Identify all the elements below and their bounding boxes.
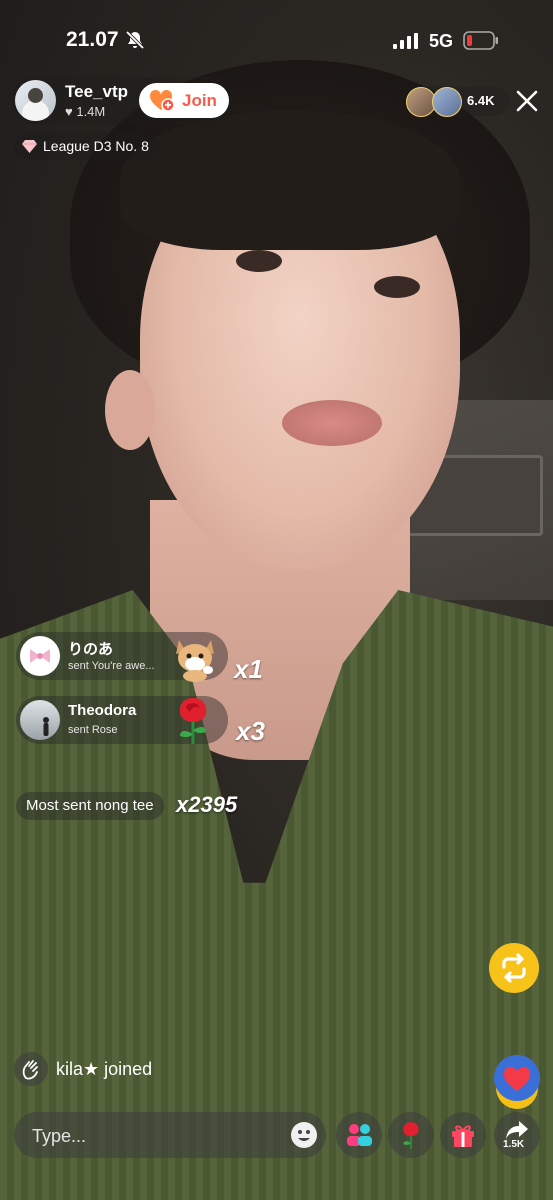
share-button[interactable]: 1.5K (494, 1112, 540, 1158)
viewer-list[interactable]: 6.4K (405, 86, 509, 117)
battery-low-icon (463, 31, 498, 50)
rose-icon (179, 698, 207, 744)
streamer-bangs (120, 110, 460, 250)
cat-gift-icon (176, 640, 214, 682)
rose-icon (403, 1122, 419, 1149)
network-type: 5G (429, 31, 454, 51)
join-text: kila★ joined (56, 1058, 153, 1079)
heart-icon: ♥ (65, 104, 73, 119)
streamer-lips (282, 400, 382, 446)
streamer-ear (105, 370, 155, 450)
people-icon (347, 1124, 372, 1146)
repost-icon (502, 953, 526, 983)
diamond-icon (22, 139, 37, 153)
share-count: 1.5K (503, 1139, 525, 1150)
host-name: Tee_vtp (65, 82, 128, 101)
wave-hand-icon (14, 1052, 48, 1086)
person-silhouette-icon (43, 717, 49, 736)
most-sent-multiplier: x2395 (176, 792, 238, 817)
repost-button[interactable] (489, 943, 539, 993)
host-info[interactable]: Tee_vtp ♥ 1.4M Join (12, 77, 234, 124)
streamer-eye (236, 250, 282, 272)
gift-button[interactable] (440, 1112, 486, 1158)
host-likes: ♥ 1.4M (65, 104, 105, 119)
gift-multiplier: x3 (236, 716, 265, 746)
gifter-avatar[interactable] (20, 700, 60, 740)
gift-notification[interactable]: Theodora sent Rose (16, 696, 228, 744)
comment-input[interactable] (30, 1112, 284, 1160)
signal-icon (393, 33, 418, 49)
multi-guest-button[interactable] (336, 1112, 382, 1158)
gift-message: sent You're awe... (68, 660, 155, 672)
gift-multiplier: x1 (234, 654, 263, 684)
share-arrow-icon (506, 1121, 528, 1139)
host-likes-count: 1.4M (76, 104, 106, 119)
most-sent-banner: Most sent nong tee (16, 792, 164, 820)
join-label: Join (182, 91, 217, 110)
top-viewer-avatar[interactable] (432, 87, 462, 117)
emoji-icon[interactable] (290, 1121, 318, 1149)
like-button[interactable] (494, 1055, 540, 1101)
viewer-count: 6.4K (467, 93, 495, 108)
comment-bar[interactable] (14, 1112, 326, 1160)
gifter-name: りのあ (68, 641, 114, 658)
heart-plus-icon (149, 90, 175, 112)
league-label: League D3 No. 8 (43, 138, 149, 154)
close-icon[interactable] (515, 89, 539, 113)
gift-box-icon (452, 1125, 474, 1147)
gifter-name: Theodora (68, 702, 137, 719)
gifter-avatar[interactable] (20, 636, 60, 676)
heart-icon (503, 1066, 531, 1091)
join-notification: kila★ joined (14, 1052, 152, 1086)
host-avatar[interactable] (15, 80, 56, 121)
gift-message: sent Rose (68, 724, 118, 736)
bow-icon (30, 649, 50, 663)
league-badge[interactable]: League D3 No. 8 (14, 132, 159, 160)
join-button[interactable]: Join (139, 83, 229, 118)
rose-gift-button[interactable] (388, 1112, 434, 1158)
bell-muted-icon (125, 30, 145, 50)
gift-notification[interactable]: りのあ sent You're awe... (16, 632, 228, 682)
streamer-eye (374, 276, 420, 298)
status-time: 21.07 (66, 28, 119, 51)
live-video (0, 0, 553, 1200)
